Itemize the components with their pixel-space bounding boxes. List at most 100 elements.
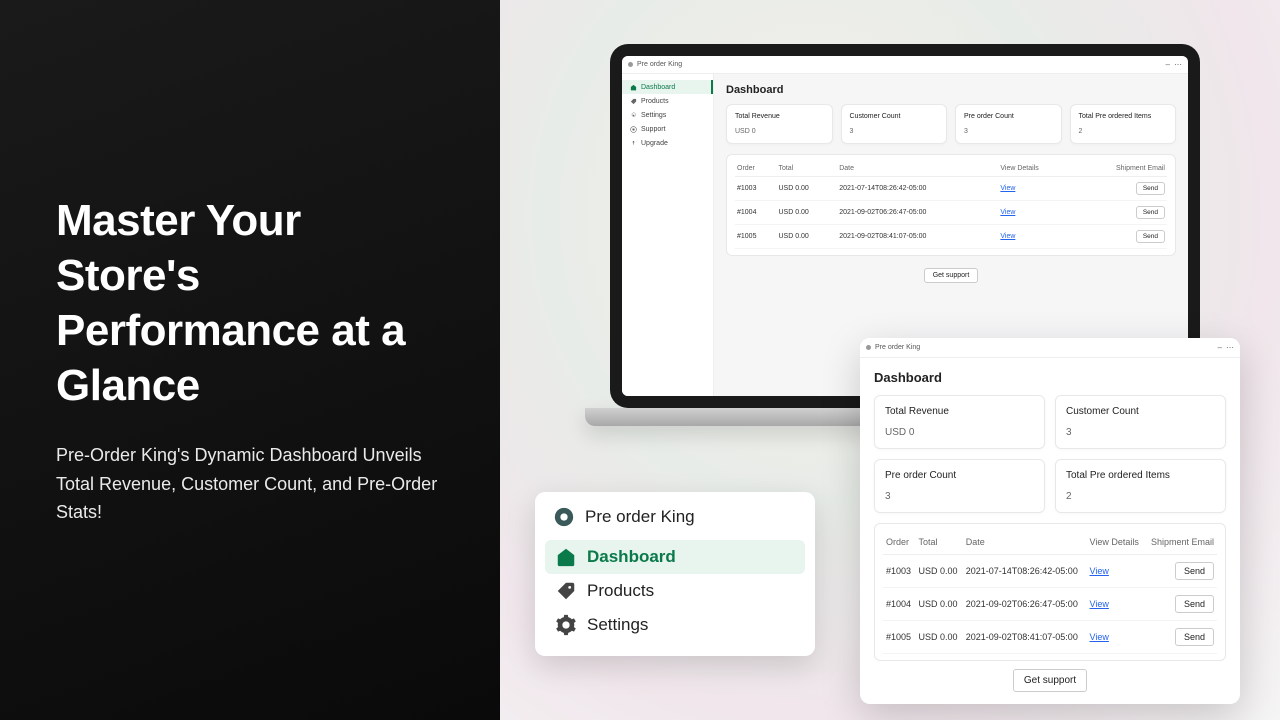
stat-value: 3 [885, 491, 1034, 502]
page-title: Dashboard [726, 84, 1176, 96]
hero-subtitle: Pre-Order King's Dynamic Dashboard Unvei… [56, 441, 444, 527]
sidebar-closeup-card: Pre order King Dashboard Products Settin… [535, 492, 815, 656]
app-logo-icon [628, 62, 633, 67]
stat-value: 3 [964, 128, 1053, 135]
stat-label: Total Pre ordered Items [1079, 113, 1168, 120]
stat-label: Pre order Count [964, 113, 1053, 120]
cell-total: USD 0.00 [916, 621, 963, 654]
stat-value: 3 [1066, 427, 1215, 438]
sidebar-item-label: Dashboard [641, 84, 675, 91]
cell-date: 2021-07-14T08:26:42-05:00 [837, 177, 998, 201]
col-total: Total [916, 530, 963, 555]
app-logo-icon [866, 345, 871, 350]
home-icon [630, 84, 637, 91]
hero-title: Master Your Store's Performance at a Gla… [56, 193, 444, 413]
send-button[interactable]: Send [1175, 562, 1214, 580]
stat-card-items: Total Pre ordered Items 2 [1070, 104, 1177, 144]
cell-date: 2021-09-02T06:26:47-05:00 [963, 588, 1087, 621]
send-button[interactable]: Send [1136, 182, 1165, 195]
sidebar-item-label: Upgrade [641, 140, 668, 147]
cell-total: USD 0.00 [916, 555, 963, 588]
app-titlebar: Pre order King – ⋯ [622, 56, 1188, 74]
cell-date: 2021-09-02T08:41:07-05:00 [837, 225, 998, 249]
stat-card-revenue: Total Revenue USD 0 [726, 104, 833, 144]
sidebar-item-support[interactable]: Support [622, 122, 713, 136]
app-brand: Pre order King [545, 506, 805, 540]
send-button[interactable]: Send [1136, 230, 1165, 243]
app-titlebar: Pre order King – ⋯ [860, 338, 1240, 358]
orders-table: Order Total Date View Details Shipment E… [874, 523, 1226, 661]
page-title: Dashboard [874, 370, 1226, 385]
floating-dashboard-window: Pre order King – ⋯ Dashboard Total Reven… [860, 338, 1240, 704]
view-link[interactable]: View [1090, 599, 1109, 609]
support-icon [630, 126, 637, 133]
stat-card-preorders: Pre order Count 3 [874, 459, 1045, 513]
stat-card-items: Total Pre ordered Items 2 [1055, 459, 1226, 513]
col-order: Order [735, 161, 776, 177]
stat-value: 2 [1066, 491, 1215, 502]
cell-order: #1003 [883, 555, 916, 588]
send-button[interactable]: Send [1175, 628, 1214, 646]
col-view: View Details [998, 161, 1073, 177]
app-title: Pre order King [585, 507, 695, 527]
get-support-button[interactable]: Get support [924, 268, 979, 283]
gear-icon [630, 112, 637, 119]
table-row: #1004 USD 0.00 2021-09-02T06:26:47-05:00… [883, 588, 1217, 621]
minimize-icon[interactable]: – [1166, 60, 1170, 69]
home-icon [555, 546, 577, 568]
sidebar-item-upgrade[interactable]: Upgrade [622, 136, 713, 150]
col-date: Date [837, 161, 998, 177]
table-row: #1005 USD 0.00 2021-09-02T08:41:07-05:00… [735, 225, 1167, 249]
send-button[interactable]: Send [1175, 595, 1214, 613]
sidebar-item-dashboard[interactable]: Dashboard [622, 80, 713, 94]
cell-total: USD 0.00 [776, 225, 837, 249]
stat-label: Total Revenue [735, 113, 824, 120]
stat-card-revenue: Total Revenue USD 0 [874, 395, 1045, 449]
sidebar-item-label: Products [641, 98, 669, 105]
cell-order: #1004 [883, 588, 916, 621]
sidebar-item-products[interactable]: Products [545, 574, 805, 608]
view-link[interactable]: View [1000, 209, 1015, 216]
stat-label: Total Pre ordered Items [1066, 470, 1215, 481]
sidebar-item-label: Support [641, 126, 666, 133]
tag-icon [555, 580, 577, 602]
tag-icon [630, 98, 637, 105]
cell-order: #1005 [883, 621, 916, 654]
col-ship: Shipment Email [1073, 161, 1167, 177]
cell-total: USD 0.00 [776, 177, 837, 201]
get-support-button[interactable]: Get support [1013, 669, 1087, 692]
cell-date: 2021-09-02T08:41:07-05:00 [963, 621, 1087, 654]
view-link[interactable]: View [1000, 185, 1015, 192]
sidebar-item-products[interactable]: Products [622, 94, 713, 108]
send-button[interactable]: Send [1136, 206, 1165, 219]
stat-label: Customer Count [850, 113, 939, 120]
view-link[interactable]: View [1090, 632, 1109, 642]
sidebar: Dashboard Products Settings [622, 74, 714, 396]
col-view: View Details [1087, 530, 1145, 555]
view-link[interactable]: View [1090, 566, 1109, 576]
app-logo-icon [553, 506, 575, 528]
stat-card-preorders: Pre order Count 3 [955, 104, 1062, 144]
minimize-icon[interactable]: – [1218, 343, 1222, 352]
table-row: #1004 USD 0.00 2021-09-02T06:26:47-05:00… [735, 201, 1167, 225]
sidebar-item-label: Settings [641, 112, 666, 119]
view-link[interactable]: View [1000, 233, 1015, 240]
stat-label: Pre order Count [885, 470, 1034, 481]
stat-label: Customer Count [1066, 406, 1215, 417]
cell-order: #1004 [735, 201, 776, 225]
cell-total: USD 0.00 [776, 201, 837, 225]
app-title: Pre order King [637, 61, 682, 68]
stat-value: 2 [1079, 128, 1168, 135]
stat-label: Total Revenue [885, 406, 1034, 417]
sidebar-item-dashboard[interactable]: Dashboard [545, 540, 805, 574]
sidebar-item-settings[interactable]: Settings [622, 108, 713, 122]
col-order: Order [883, 530, 916, 555]
gear-icon [555, 614, 577, 636]
app-title: Pre order King [875, 344, 920, 351]
more-icon[interactable]: ⋯ [1226, 343, 1234, 352]
more-icon[interactable]: ⋯ [1174, 60, 1182, 69]
cell-date: 2021-09-02T06:26:47-05:00 [837, 201, 998, 225]
cell-order: #1003 [735, 177, 776, 201]
cell-order: #1005 [735, 225, 776, 249]
sidebar-item-settings[interactable]: Settings [545, 608, 805, 642]
